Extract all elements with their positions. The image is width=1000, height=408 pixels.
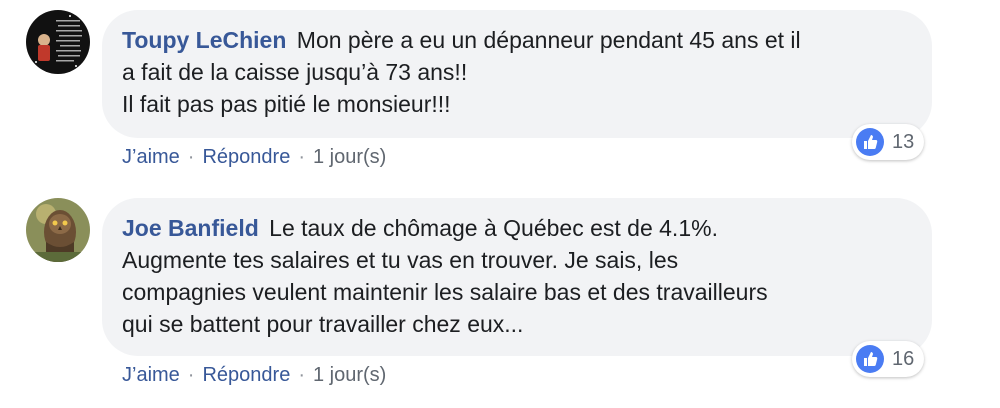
comment-actions: J’aime · Répondre · 1 jour(s) xyxy=(122,146,386,169)
comment-text-line: Augmente tes salaires et tu vas en trouv… xyxy=(122,247,679,273)
timestamp[interactable]: 1 jour(s) xyxy=(313,364,386,387)
comment-text-line: qui se battent pour travailler chez eux.… xyxy=(122,311,524,337)
reply-link[interactable]: Répondre xyxy=(202,146,290,169)
thumbs-up-icon xyxy=(856,128,884,156)
separator-dot: · xyxy=(298,146,305,168)
thumbs-up-icon xyxy=(856,345,884,373)
reaction-count: 13 xyxy=(892,130,915,153)
reaction-badge[interactable]: 13 xyxy=(852,124,925,160)
timestamp[interactable]: 1 jour(s) xyxy=(313,146,386,169)
like-link[interactable]: J’aime xyxy=(122,364,180,387)
like-link[interactable]: J’aime xyxy=(122,146,180,169)
comment-text-line: a fait de la caisse jusqu’à 73 ans!! xyxy=(122,59,468,85)
avatar[interactable] xyxy=(26,198,90,262)
comment-text-line: compagnies veulent maintenir les salaire… xyxy=(122,279,768,305)
comment-text-line: Mon père a eu un dépanneur pendant 45 an… xyxy=(296,27,801,53)
separator-dot: · xyxy=(298,364,305,386)
reaction-badge[interactable]: 16 xyxy=(852,341,925,377)
comment-actions: J’aime · Répondre · 1 jour(s) xyxy=(122,364,386,387)
comment-text-line: Il fait pas pas pitié le monsieur!!! xyxy=(122,91,451,117)
dark-text-avatar-icon xyxy=(26,10,90,74)
comment-bubble: Toupy LeChien Mon père a eu un dépanneur… xyxy=(102,10,932,138)
separator-dot: · xyxy=(187,146,195,168)
comment-author[interactable]: Toupy LeChien xyxy=(122,27,286,53)
avatar[interactable] xyxy=(26,10,90,74)
comment-author[interactable]: Joe Banfield xyxy=(122,215,259,241)
comment-text-line: Le taux de chômage à Québec est de 4.1%. xyxy=(269,215,718,241)
reaction-count: 16 xyxy=(892,347,915,370)
comment-bubble: Joe Banfield Le taux de chômage à Québec… xyxy=(102,198,932,356)
reply-link[interactable]: Répondre xyxy=(202,364,290,387)
separator-dot: · xyxy=(187,364,195,386)
owl-avatar-icon xyxy=(26,198,90,262)
